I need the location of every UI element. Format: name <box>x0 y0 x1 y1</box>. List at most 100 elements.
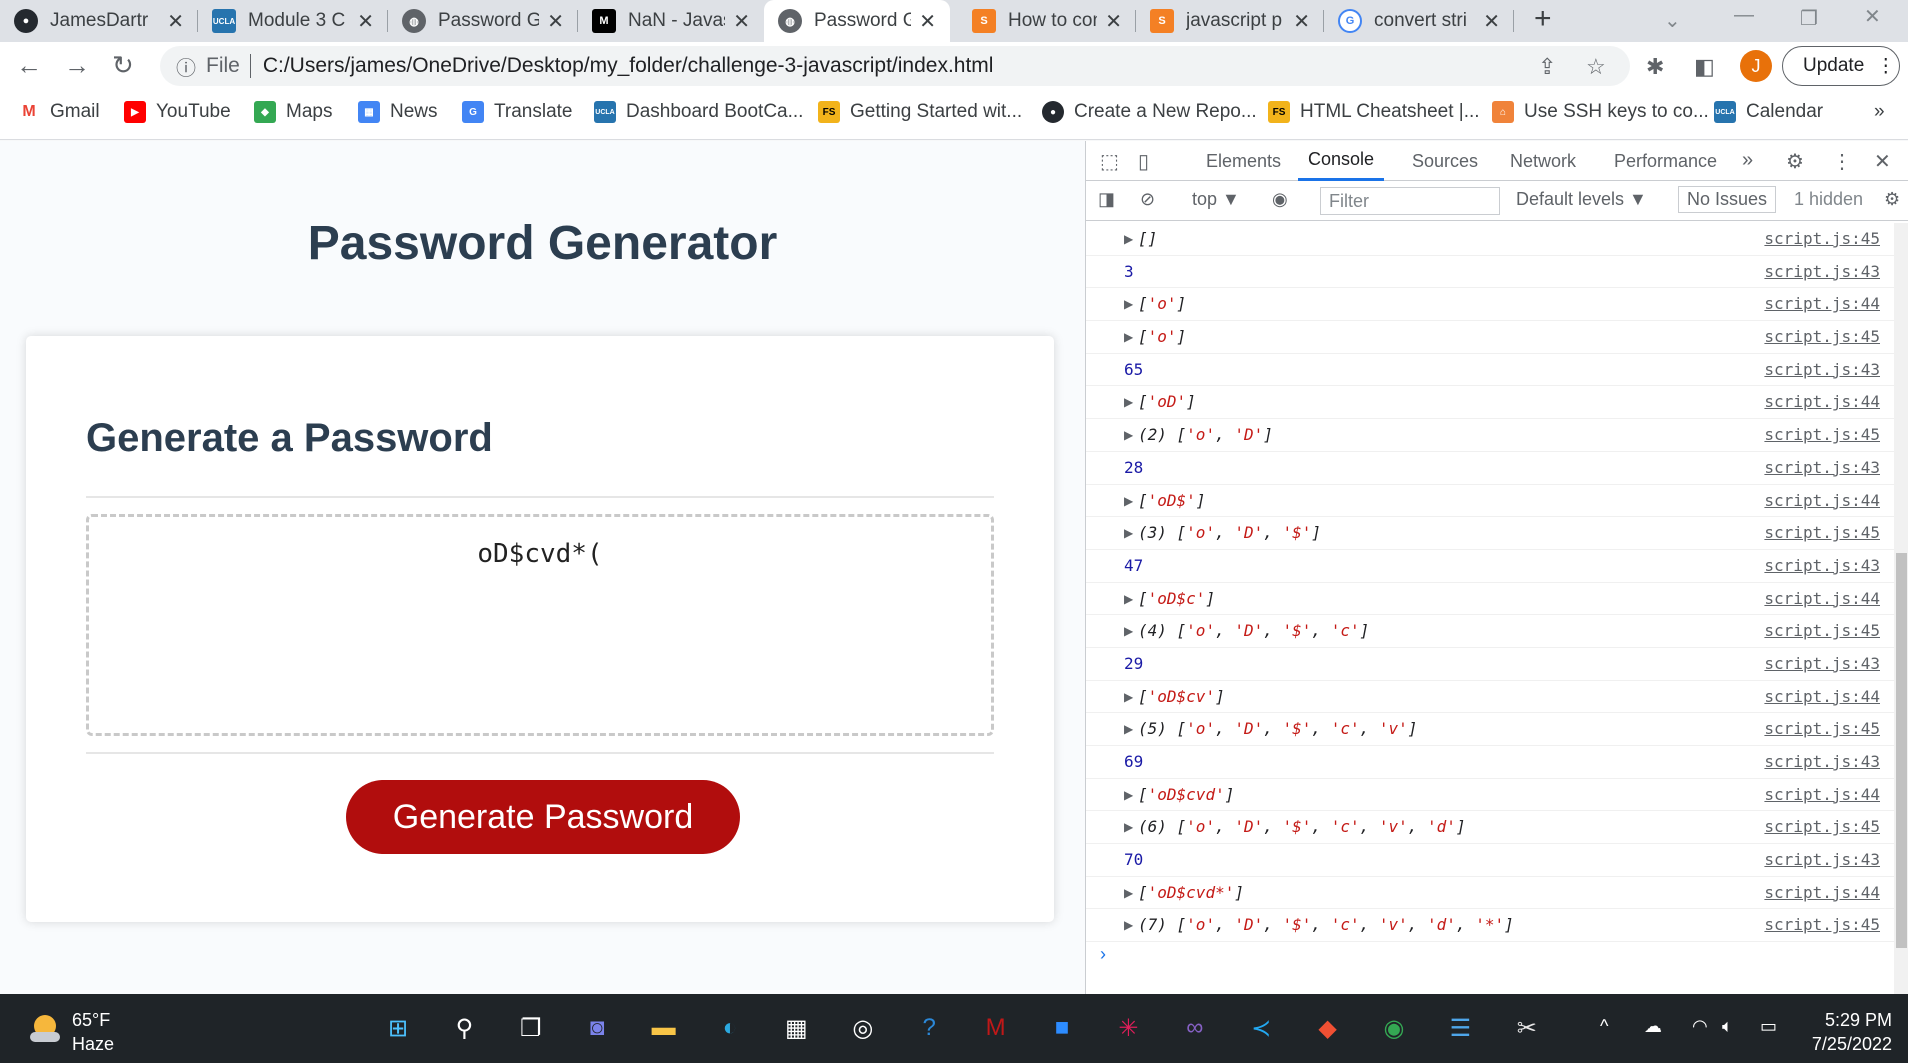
live-expression-eye-icon[interactable]: ◉ <box>1272 189 1288 210</box>
chevron-up-icon[interactable]: ^ <box>1600 1016 1608 1037</box>
volume-icon[interactable]: 🔈︎ <box>1722 1016 1733 1037</box>
bookmark-youtube[interactable]: ▶ YouTube <box>124 92 231 132</box>
source-link[interactable]: script.js:44 <box>1764 491 1880 510</box>
tab-console[interactable]: Console <box>1298 141 1385 181</box>
browser-tab[interactable]: UCLA Module 3 C ✕ <box>198 0 388 42</box>
expand-triangle-icon[interactable]: ▶ <box>1124 232 1133 246</box>
console-log-row[interactable]: ▶ ['oD$'] script.js:44 <box>1086 485 1894 518</box>
share-icon[interactable]: ⇪ <box>1538 54 1556 80</box>
source-link[interactable]: script.js:43 <box>1764 556 1880 575</box>
source-link[interactable]: script.js:44 <box>1764 294 1880 313</box>
source-link[interactable]: script.js:45 <box>1764 621 1880 640</box>
expand-triangle-icon[interactable]: ▶ <box>1124 722 1133 736</box>
issues-button[interactable]: No Issues <box>1678 186 1777 213</box>
console-log-row[interactable]: ▶ ['o'] script.js:45 <box>1086 321 1894 354</box>
source-link[interactable]: script.js:44 <box>1764 589 1880 608</box>
browser-tab[interactable]: G convert stri ✕ <box>1324 0 1514 42</box>
console-prompt-icon[interactable]: › <box>1100 944 1106 965</box>
edge-icon[interactable]: ◐ <box>710 1008 750 1048</box>
source-link[interactable]: script.js:44 <box>1764 883 1880 902</box>
settings-gear-icon[interactable]: ⚙ <box>1786 149 1804 174</box>
zoom-icon[interactable]: ■ <box>1042 1008 1082 1048</box>
minimize-button[interactable]: — <box>1734 4 1754 27</box>
console-log-row[interactable]: ▶ [] script.js:45 <box>1086 223 1894 256</box>
console-log-row[interactable]: ▶ ['oD$c'] script.js:44 <box>1086 583 1894 616</box>
source-link[interactable]: script.js:43 <box>1764 360 1880 379</box>
new-tab-button[interactable]: + <box>1534 2 1552 36</box>
browser-tab[interactable]: S How to con ✕ <box>958 0 1136 42</box>
tab-network[interactable]: Network <box>1510 141 1576 181</box>
console-log-row[interactable]: ▶ ['oD$cv'] script.js:44 <box>1086 681 1894 714</box>
source-link[interactable]: script.js:43 <box>1764 262 1880 281</box>
inspect-icon[interactable]: ⬚ <box>1100 149 1119 174</box>
chat-icon[interactable]: ◙ <box>577 1008 617 1048</box>
browser-tab[interactable]: S javascript p ✕ <box>1136 0 1324 42</box>
bookmark-star-icon[interactable]: ☆ <box>1586 54 1606 80</box>
forward-icon[interactable]: → <box>64 50 90 81</box>
search-icon[interactable]: ⚲ <box>444 1008 484 1048</box>
bookmark-dashboard[interactable]: UCLA Dashboard BootCa... <box>594 92 803 132</box>
expand-triangle-icon[interactable]: ▶ <box>1124 624 1133 638</box>
sidebar-toggle-icon[interactable]: ◨ <box>1098 189 1115 210</box>
bookmark-html-cheatsheet[interactable]: FS HTML Cheatsheet |... <box>1268 92 1480 132</box>
expand-triangle-icon[interactable]: ▶ <box>1124 690 1133 704</box>
console-log-row[interactable]: ▶ (5) ['o', 'D', '$', 'c', 'v'] script.js:… <box>1086 713 1894 746</box>
source-link[interactable]: script.js:45 <box>1764 915 1880 934</box>
browser-tab-active[interactable]: ◍ Password G ✕ <box>764 0 950 42</box>
tab-elements[interactable]: Elements <box>1206 141 1281 181</box>
source-link[interactable]: script.js:44 <box>1764 785 1880 804</box>
info-icon[interactable]: ⓘ <box>176 52 196 81</box>
console-log-row[interactable]: ▶ ['oD$cvd'] script.js:44 <box>1086 779 1894 812</box>
visual-studio-icon[interactable]: ∞ <box>1175 1008 1215 1048</box>
console-settings-gear-icon[interactable]: ⚙ <box>1884 189 1900 210</box>
tab-sources[interactable]: Sources <box>1412 141 1478 181</box>
bookmark-maps[interactable]: ◆ Maps <box>254 92 332 132</box>
expand-triangle-icon[interactable]: ▶ <box>1124 788 1133 802</box>
close-icon[interactable]: ✕ <box>167 9 184 34</box>
kebab-menu-icon[interactable]: ⋮ <box>1832 149 1852 174</box>
mcafee-icon[interactable]: M <box>976 1008 1016 1048</box>
more-bookmarks-icon[interactable]: » <box>1874 92 1885 132</box>
onedrive-cloud-icon[interactable]: ☁ <box>1644 1016 1662 1037</box>
close-icon[interactable]: ✕ <box>733 9 750 34</box>
source-link[interactable]: script.js:45 <box>1764 425 1880 444</box>
context-selector[interactable]: top ▼ <box>1192 189 1240 210</box>
close-icon[interactable]: ✕ <box>1483 9 1500 34</box>
git-icon[interactable]: ◆ <box>1308 1008 1348 1048</box>
bookmark-gmail[interactable]: M Gmail <box>18 92 99 132</box>
scrollbar[interactable] <box>1894 223 1908 994</box>
close-devtools-icon[interactable]: ✕ <box>1874 149 1891 174</box>
expand-triangle-icon[interactable]: ▶ <box>1124 820 1133 834</box>
battery-icon[interactable]: ▭ <box>1760 1016 1777 1037</box>
reload-icon[interactable]: ↻ <box>112 50 134 81</box>
address-bar[interactable]: ⓘ File C:/Users/james/OneDrive/Desktop/m… <box>160 46 1630 86</box>
bookmark-calendar[interactable]: UCLA Calendar <box>1714 92 1823 132</box>
restore-button[interactable]: ❐ <box>1800 6 1818 31</box>
chrome-icon[interactable]: ◉ <box>1374 1008 1414 1048</box>
snipping-tool-icon[interactable]: ✂ <box>1507 1008 1547 1048</box>
log-levels-dropdown[interactable]: Default levels ▼ <box>1516 189 1647 210</box>
source-link[interactable]: script.js:45 <box>1764 817 1880 836</box>
expand-triangle-icon[interactable]: ▶ <box>1124 395 1133 409</box>
expand-triangle-icon[interactable]: ▶ <box>1124 592 1133 606</box>
generate-password-button[interactable]: Generate Password <box>346 780 740 854</box>
window-close-button[interactable]: ✕ <box>1864 4 1881 29</box>
filter-input[interactable]: Filter <box>1320 187 1500 215</box>
github-desktop-icon[interactable]: ◎ <box>843 1008 883 1048</box>
slack-icon[interactable]: ✳ <box>1108 1008 1148 1048</box>
expand-triangle-icon[interactable]: ▶ <box>1124 330 1133 344</box>
task-view-icon[interactable]: ❐ <box>511 1008 551 1048</box>
bookmark-getting-started[interactable]: FS Getting Started wit... <box>818 92 1022 132</box>
avatar[interactable]: J <box>1740 50 1772 82</box>
expand-triangle-icon[interactable]: ▶ <box>1124 526 1133 540</box>
console-log-row[interactable]: ▶ ['oD$cvd*'] script.js:44 <box>1086 877 1894 910</box>
windows-start-icon[interactable]: ⊞ <box>378 1008 418 1048</box>
expand-triangle-icon[interactable]: ▶ <box>1124 494 1133 508</box>
more-tabs-icon[interactable]: » <box>1742 149 1753 172</box>
console-log-row[interactable]: ▶ (4) ['o', 'D', '$', 'c'] script.js:45 <box>1086 615 1894 648</box>
device-toolbar-icon[interactable]: ▯ <box>1138 149 1149 174</box>
vscode-icon[interactable]: ≺ <box>1241 1008 1281 1048</box>
browser-tab[interactable]: ● JamesDartr ✕ <box>0 0 198 42</box>
update-button[interactable]: Update ⋮ <box>1782 46 1900 86</box>
store-icon[interactable]: ▦ <box>776 1008 816 1048</box>
